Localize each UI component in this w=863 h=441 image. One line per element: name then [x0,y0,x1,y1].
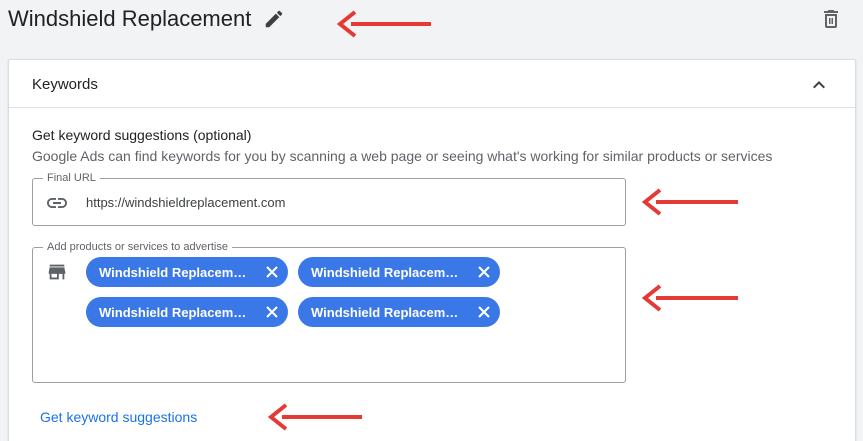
section-heading: Get keyword suggestions (optional) [32,127,252,143]
keywords-card-header[interactable]: Keywords [9,60,855,108]
link-icon [47,198,67,208]
final-url-value[interactable]: https://windshieldreplacement.com [86,195,285,210]
storefront-icon [48,264,66,280]
annotation-arrow-icon [267,403,362,431]
chip-label: Windshield Replacement [99,264,251,280]
chip-label: Windshield Replacement [311,264,463,280]
close-icon[interactable] [265,265,279,279]
product-chip[interactable]: Windshield Replacement [298,257,500,287]
keywords-card: Keywords Get keyword suggestions (option… [8,59,856,441]
annotation-arrow-icon [641,188,738,216]
product-chip[interactable]: Windshield Replacement [86,297,288,327]
products-legend: Add products or services to advertise [43,240,232,254]
close-icon[interactable] [265,305,279,319]
final-url-legend: Final URL [43,171,100,185]
card-title: Keywords [32,76,98,93]
product-chip[interactable]: Windshield Replacement [86,257,288,287]
chip-label: Windshield Replacement [311,304,463,320]
annotation-arrow-icon [641,284,738,312]
chevron-up-icon[interactable] [807,73,831,97]
trash-icon[interactable] [819,7,843,31]
products-services-field[interactable]: Add products or services to advertise Wi… [32,240,626,383]
section-description: Google Ads can find keywords for you by … [32,148,773,164]
close-icon[interactable] [477,305,491,319]
get-keyword-suggestions-link[interactable]: Get keyword suggestions [40,409,197,425]
close-icon[interactable] [477,265,491,279]
pencil-icon[interactable] [263,8,285,30]
final-url-field[interactable]: Final URL https://windshieldreplacement.… [32,171,626,226]
ad-group-title: Windshield Replacement [8,6,252,31]
chip-label: Windshield Replacement [99,304,251,320]
annotation-arrow-icon [336,10,431,38]
product-chip[interactable]: Windshield Replacement [298,297,500,327]
